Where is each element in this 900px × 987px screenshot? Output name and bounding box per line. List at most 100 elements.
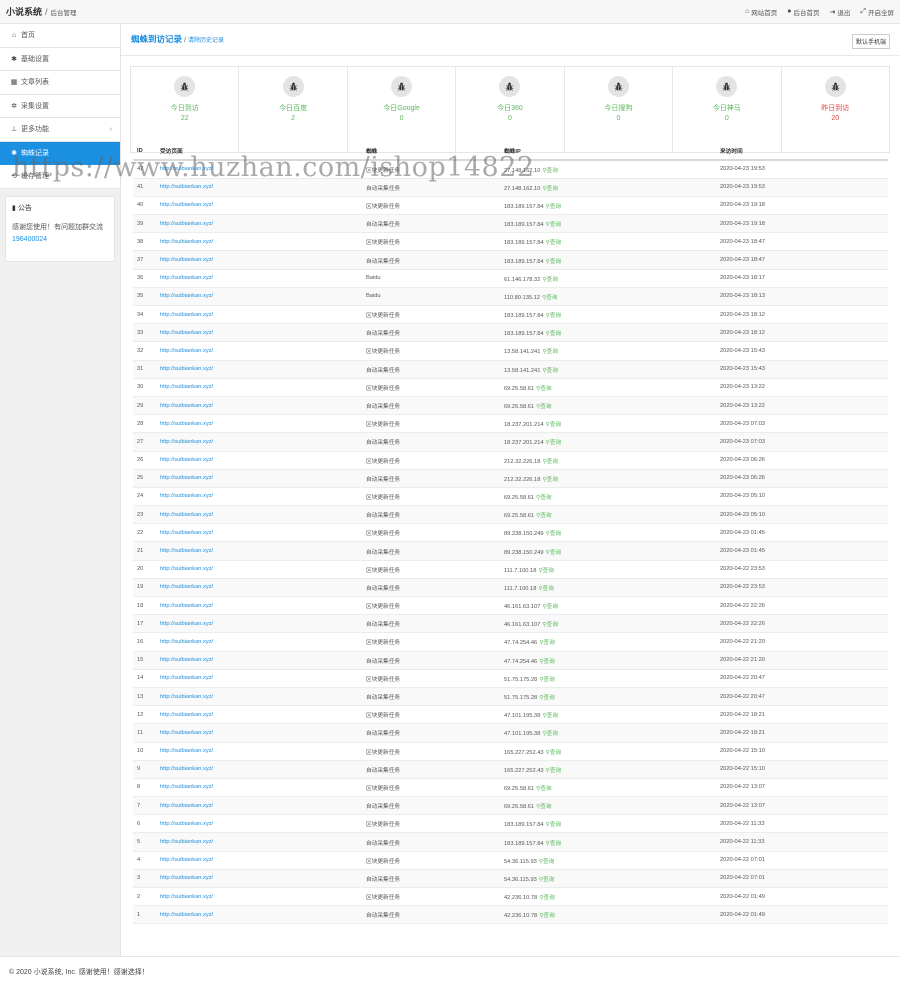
default-mobile-button[interactable]: 默认手机端 xyxy=(851,34,890,49)
ip-query-link[interactable]: ⚲查询 xyxy=(539,640,555,646)
ip-query-link[interactable]: ⚲查询 xyxy=(536,386,552,392)
cell-page-link[interactable]: http://suibiankan.xyz/ xyxy=(156,832,362,852)
ip-query-link[interactable]: ⚲查询 xyxy=(546,313,562,319)
ip-query-link[interactable]: ⚲查询 xyxy=(542,349,558,355)
ip-query-link[interactable]: ⚲查询 xyxy=(539,877,555,883)
cell-page-link[interactable]: http://suibiankan.xyz/ xyxy=(156,596,362,616)
cell-page-link[interactable]: http://suibiankan.xyz/ xyxy=(156,178,362,197)
sidebar-item-more-functions[interactable]: ⊥ 更多功能 › xyxy=(0,118,120,142)
ip-query-link[interactable]: ⚲查询 xyxy=(546,440,562,446)
sidebar-item-basic-settings[interactable]: ✱ 基础设置 xyxy=(0,47,120,71)
cell-page-link[interactable]: http://suibiankan.xyz/ xyxy=(156,814,362,834)
cell-page-link[interactable]: http://suibiankan.xyz/ xyxy=(156,196,362,216)
notice-group-link[interactable]: 196400024 xyxy=(12,236,47,243)
cell-page-link[interactable]: http://suibiankan.xyz/ xyxy=(156,432,362,452)
cell-page-link[interactable]: http://suibiankan.xyz/ xyxy=(156,469,362,488)
cell-page-link[interactable]: http://suibiankan.xyz/ xyxy=(156,651,362,670)
cell-page-link[interactable]: http://suibiankan.xyz/ xyxy=(156,760,362,779)
ip-query-link[interactable]: ⚲查询 xyxy=(542,731,558,737)
cell-page-link[interactable]: http://suibiankan.xyz/ xyxy=(156,287,362,307)
ip-query-link[interactable]: ⚲查询 xyxy=(546,750,562,756)
cell-page-link[interactable]: http://suibiankan.xyz/ xyxy=(156,669,362,688)
ip-query-link[interactable]: ⚲查询 xyxy=(536,513,552,519)
cell-page-link[interactable]: http://suibiankan.xyz/ xyxy=(156,614,362,634)
ip-query-link[interactable]: ⚲查询 xyxy=(546,331,562,337)
ip-query-link[interactable]: ⚲查询 xyxy=(546,550,562,556)
cell-page-link[interactable]: http://suibiankan.xyz/ xyxy=(156,705,362,725)
cell-page-link[interactable]: http://suibiankan.xyz/ xyxy=(156,778,362,798)
cell-page-link[interactable]: http://suibiankan.xyz/ xyxy=(156,851,362,870)
cell-page-link[interactable]: http://suibiankan.xyz/ xyxy=(156,360,362,379)
ip-query-link[interactable]: ⚲查询 xyxy=(546,531,562,537)
ip-query-link[interactable]: ⚲查询 xyxy=(542,459,558,465)
ip-query-link[interactable]: ⚲查询 xyxy=(539,913,555,919)
ip-query-link[interactable]: ⚲查询 xyxy=(546,204,562,210)
logout-link[interactable]: ⇥ 退出 xyxy=(830,7,851,17)
brand[interactable]: 小说系统 / 后台管理 xyxy=(6,5,77,18)
cell-page-link[interactable]: http://suibiankan.xyz/ xyxy=(156,396,362,416)
cell-page-link[interactable]: http://suibiankan.xyz/ xyxy=(156,887,362,907)
sidebar-item-cache-management[interactable]: ⟲ 缓存管理 xyxy=(0,165,120,189)
ip-query-link[interactable]: ⚲查询 xyxy=(546,240,562,246)
cell-page-link[interactable]: http://suibiankan.xyz/ xyxy=(156,323,362,343)
cell-page-link[interactable]: http://suibiankan.xyz/ xyxy=(156,305,362,325)
ip-query-link[interactable]: ⚲查询 xyxy=(539,859,555,865)
cell-page-link[interactable]: http://suibiankan.xyz/ xyxy=(156,905,362,925)
cell-page-link[interactable]: http://suibiankan.xyz/ xyxy=(156,560,362,579)
cell-page-link[interactable]: http://suibiankan.xyz/ xyxy=(156,341,362,361)
ip-query-link[interactable]: ⚲查询 xyxy=(542,713,558,719)
cell-page-link[interactable]: http://suibiankan.xyz/ xyxy=(156,723,362,743)
cell-page-link[interactable]: http://suibiankan.xyz/ xyxy=(156,687,362,707)
ip-query-link[interactable]: ⚲查询 xyxy=(542,604,558,610)
cell-page-link[interactable]: http://suibiankan.xyz/ xyxy=(156,378,362,397)
ip-query-link[interactable]: ⚲查询 xyxy=(536,404,552,410)
cell-page-link[interactable]: http://suibiankan.xyz/ xyxy=(156,451,362,470)
cell-page-link[interactable]: http://suibiankan.xyz/ xyxy=(156,541,362,561)
cell-page-link[interactable]: http://suibiankan.xyz/ xyxy=(156,214,362,234)
ip-query-link[interactable]: ⚲查询 xyxy=(542,622,558,628)
ip-query-link[interactable]: ⚲查询 xyxy=(538,568,554,574)
fullscreen-link[interactable]: ⤢ 开启全屏 xyxy=(860,7,894,17)
ip-query-link[interactable]: ⚲查询 xyxy=(539,895,555,901)
sidebar-item-collect-settings[interactable]: ✲ 采集设置 xyxy=(0,94,120,118)
ip-query-link[interactable]: ⚲查询 xyxy=(539,677,555,683)
site-home-link[interactable]: ⌂ 网站首页 xyxy=(745,7,777,17)
ip-query-link[interactable]: ⚲查询 xyxy=(542,295,558,301)
ip-query-link[interactable]: ⚲查询 xyxy=(536,804,552,810)
cell-page-link[interactable]: http://suibiankan.xyz/ xyxy=(156,869,362,889)
cell-page-link[interactable]: http://suibiankan.xyz/ xyxy=(156,505,362,525)
cell-ip: 27.148.162.10 ⚲查询 xyxy=(500,178,716,197)
cell-page-link[interactable]: http://suibiankan.xyz/ xyxy=(156,232,362,252)
cell-page-link[interactable]: http://suibiankan.xyz/ xyxy=(156,578,362,598)
ip-query-link[interactable]: ⚲查询 xyxy=(542,186,558,192)
ip-query-link[interactable]: ⚲查询 xyxy=(539,695,555,701)
ip-query-link[interactable]: ⚲查询 xyxy=(546,259,562,265)
admin-home-link[interactable]: ● 后台首页 xyxy=(787,7,819,17)
cell-page-link[interactable]: http://suibiankan.xyz/ xyxy=(156,523,362,543)
cell-page-link[interactable]: http://suibiankan.xyz/ xyxy=(156,632,362,652)
sidebar-item-spider-log[interactable]: ✺ 蜘蛛记录 xyxy=(0,141,120,165)
cell-page-link[interactable]: http://suibiankan.xyz/ xyxy=(156,414,362,434)
ip-query-link[interactable]: ⚲查询 xyxy=(542,368,558,374)
cell-page-link[interactable]: http://suibiankan.xyz/ xyxy=(156,250,362,270)
ip-query-link[interactable]: ⚲查询 xyxy=(542,168,558,174)
ip-query-link[interactable]: ⚲查询 xyxy=(542,277,558,283)
ip-query-link[interactable]: ⚲查询 xyxy=(546,422,562,428)
ip-query-link[interactable]: ⚲查询 xyxy=(546,222,562,228)
ip-query-link[interactable]: ⚲查询 xyxy=(538,586,554,592)
ip-query-link[interactable]: ⚲查询 xyxy=(546,841,562,847)
sidebar-item-article-list[interactable]: ▦ 文章列表 xyxy=(0,71,120,95)
cell-page-link[interactable]: http://suibiankan.xyz/ xyxy=(156,269,362,288)
cell-page-link[interactable]: http://suibiankan.xyz/ xyxy=(156,742,362,761)
sidebar-item-home[interactable]: ⌂ 首页 xyxy=(0,24,120,48)
cell-page-link[interactable]: http://suibiankan.xyz/ xyxy=(156,487,362,507)
ip-query-link[interactable]: ⚲查询 xyxy=(546,768,562,774)
clear-history-link[interactable]: 清除历史记录 xyxy=(188,35,224,44)
ip-query-link[interactable]: ⚲查询 xyxy=(539,659,555,665)
ip-query-link[interactable]: ⚲查询 xyxy=(536,786,552,792)
ip-query-link[interactable]: ⚲查询 xyxy=(536,495,552,501)
ip-query-link[interactable]: ⚲查询 xyxy=(542,477,558,483)
cell-page-link[interactable]: http://suibiankan.xyz/ xyxy=(156,796,362,816)
ip-query-link[interactable]: ⚲查询 xyxy=(546,822,562,828)
cell-page-link[interactable]: http://suibiankan.xyz/ xyxy=(156,160,362,179)
